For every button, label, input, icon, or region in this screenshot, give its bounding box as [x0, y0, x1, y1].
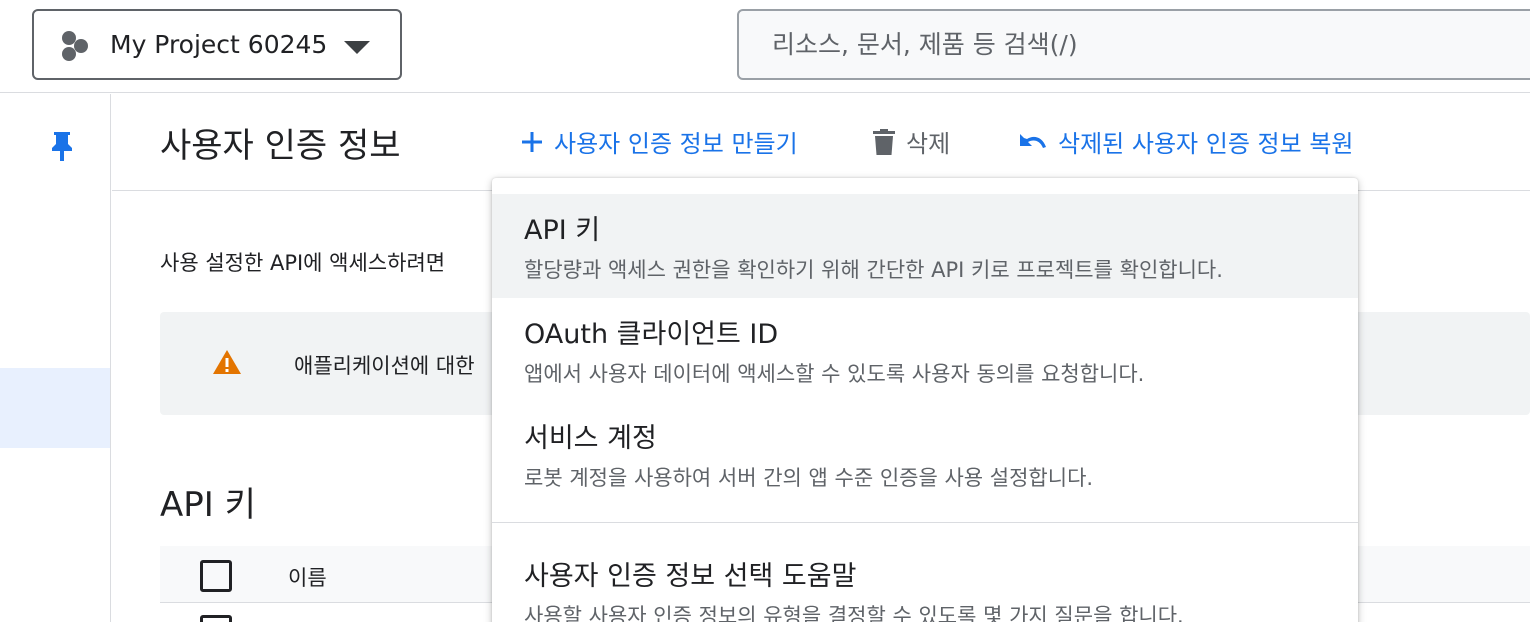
menu-divider — [492, 522, 1358, 523]
select-all-checkbox[interactable] — [200, 560, 232, 592]
pin-icon[interactable] — [50, 130, 74, 166]
menu-item-desc: 사용할 사용자 인증 정보의 유형을 결정할 수 있도록 몇 가지 질문을 합니… — [524, 604, 1184, 622]
api-keys-section-title: API 키 — [160, 485, 256, 525]
menu-item-service-account[interactable]: 서비스 계정 로봇 계정을 사용하여 서버 간의 앱 수준 인증을 사용 설정합… — [492, 402, 1358, 506]
column-header-name: 이름 — [288, 566, 327, 590]
menu-item-desc: 할당량과 액세스 권한을 확인하기 위해 간단한 API 키로 프로젝트를 확인… — [524, 258, 1223, 282]
menu-item-oauth-client-id[interactable]: OAuth 클라이언트 ID 앱에서 사용자 데이터에 액세스할 수 있도록 사… — [492, 298, 1358, 402]
create-credentials-label: 사용자 인증 정보 만들기 — [554, 130, 798, 158]
menu-item-title: 사용자 인증 정보 선택 도움말 — [524, 561, 857, 592]
warning-icon — [212, 349, 242, 379]
undo-icon — [1018, 132, 1048, 152]
trash-icon — [872, 128, 896, 156]
menu-item-title: OAuth 클라이언트 ID — [524, 319, 779, 350]
delete-label: 삭제 — [906, 130, 951, 158]
restore-deleted-button[interactable]: 삭제된 사용자 인증 정보 복원 — [1018, 124, 1353, 159]
page-description: 사용 설정한 API에 액세스하려면 — [160, 251, 446, 275]
row-checkbox[interactable] — [200, 615, 232, 622]
menu-item-desc: 로봇 계정을 사용하여 서버 간의 앱 수준 인증을 사용 설정합니다. — [524, 466, 1094, 490]
menu-item-help-me-choose[interactable]: 사용자 인증 정보 선택 도움말 사용할 사용자 인증 정보의 유형을 결정할 … — [492, 540, 1358, 622]
menu-item-desc: 앱에서 사용자 데이터에 액세스할 수 있도록 사용자 동의를 요청합니다. — [524, 362, 1145, 386]
search-box[interactable] — [737, 9, 1530, 80]
menu-item-title: 서비스 계정 — [524, 423, 657, 454]
top-bar: My Project 60245 — [0, 0, 1530, 93]
project-hex-icon — [60, 28, 94, 62]
restore-deleted-label: 삭제된 사용자 인증 정보 복원 — [1058, 130, 1354, 158]
menu-item-title: API 키 — [524, 215, 601, 246]
caret-down-icon — [344, 41, 370, 54]
menu-item-api-key[interactable]: API 키 할당량과 액세스 권한을 확인하기 위해 간단한 API 키로 프로… — [492, 194, 1358, 298]
rail-active-item[interactable] — [0, 368, 110, 448]
left-rail — [0, 94, 111, 622]
add-icon — [520, 130, 544, 154]
create-credentials-button[interactable]: 사용자 인증 정보 만들기 — [520, 124, 798, 159]
project-name: My Project 60245 — [110, 30, 328, 59]
delete-button[interactable]: 삭제 — [872, 124, 950, 159]
warning-text: 애플리케이션에 대한 — [294, 354, 475, 378]
page-title: 사용자 인증 정보 — [160, 126, 401, 166]
page-header: 사용자 인증 정보 사용자 인증 정보 만들기 삭제 삭제된 사용자 인증 정보… — [112, 94, 1530, 191]
project-picker[interactable]: My Project 60245 — [32, 9, 402, 80]
create-credentials-menu: API 키 할당량과 액세스 권한을 확인하기 위해 간단한 API 키로 프로… — [492, 178, 1358, 622]
search-input[interactable] — [772, 30, 1472, 59]
